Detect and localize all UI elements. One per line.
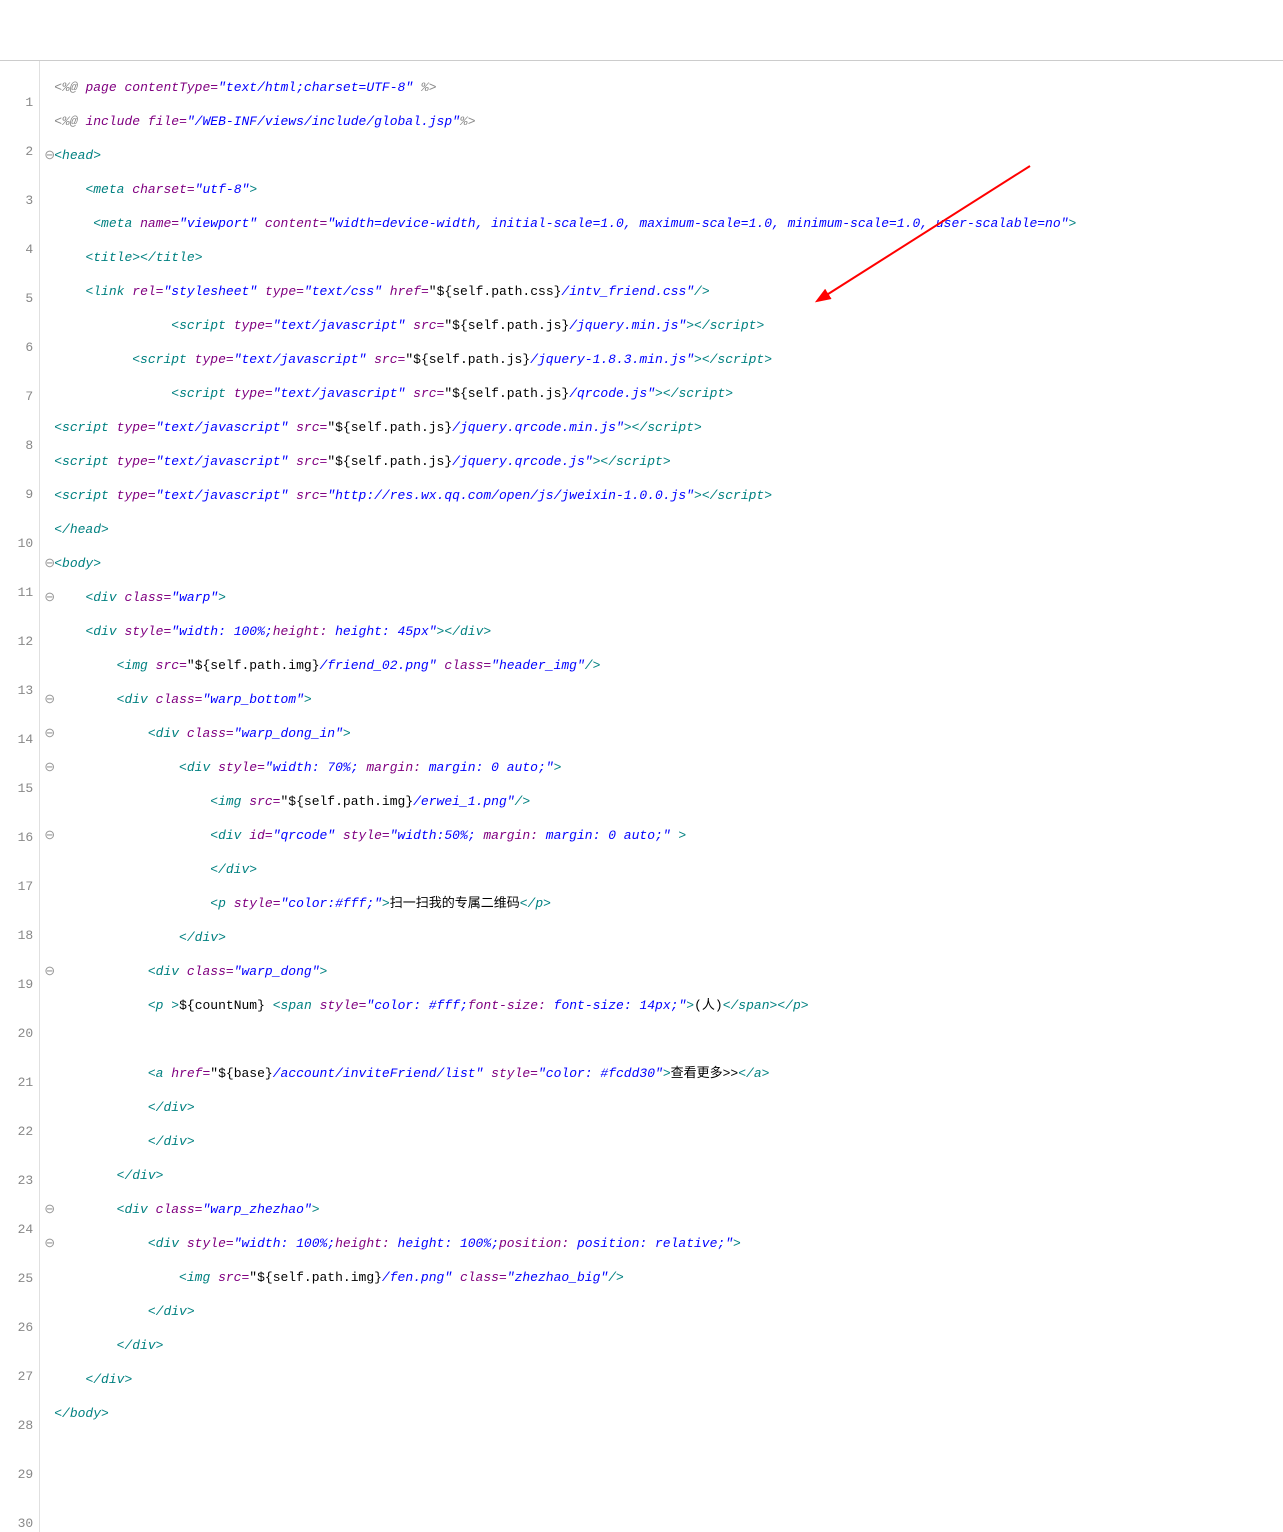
line-number: 4 [2,240,33,259]
line-number: 13 [2,681,33,700]
line-number: 23 [2,1171,33,1190]
code-line[interactable]: <img src="${self.path.img}/fen.png" clas… [44,1268,1283,1287]
fold-icon[interactable]: ⊖ [44,146,54,165]
line-number: 11 [2,583,33,602]
code-line[interactable]: <script type="text/javascript" src="${se… [44,316,1283,335]
code-line[interactable]: <title></title> [44,248,1283,267]
code-line[interactable]: ⊖ <div style="width: 100%;height: height… [44,1234,1283,1253]
code-line[interactable]: </body> [44,1404,1283,1423]
code-line[interactable]: </div> [44,1336,1283,1355]
code-line[interactable]: <p >${countNum} <span style="color: #fff… [44,996,1283,1015]
code-line[interactable]: <%@ page contentType="text/html;charset=… [44,78,1283,97]
line-number: 2 [2,142,33,161]
line-number: 15 [2,779,33,798]
fold-icon[interactable]: ⊖ [44,826,54,845]
code-line[interactable]: </div> [44,1302,1283,1321]
line-number: 16 [2,828,33,847]
line-number: 25 [2,1269,33,1288]
line-number: 7 [2,387,33,406]
code-line[interactable]: <meta name="viewport" content="width=dev… [44,214,1283,233]
code-line[interactable]: ⊖<body> [44,554,1283,573]
line-number: 9 [2,485,33,504]
line-number: 29 [2,1465,33,1484]
line-number: 20 [2,1024,33,1043]
fold-icon[interactable]: ⊖ [44,758,54,777]
line-number: 17 [2,877,33,896]
code-line[interactable]: ⊖ <div class="warp_zhezhao"> [44,1200,1283,1219]
code-line[interactable]: <div style="width: 100%;height: height: … [44,622,1283,641]
code-line[interactable]: <%@ include file="/WEB-INF/views/include… [44,112,1283,131]
code-line[interactable]: ⊖ <div class="warp_dong"> [44,962,1283,981]
line-number: 12 [2,632,33,651]
code-line[interactable]: <img src="${self.path.img}/friend_02.png… [44,656,1283,675]
fold-icon[interactable]: ⊖ [44,588,54,607]
code-line[interactable]: <link rel="stylesheet" type="text/css" h… [44,282,1283,301]
code-line[interactable]: <meta charset="utf-8"> [44,180,1283,199]
code-line[interactable]: <a href="${base}/account/inviteFriend/li… [44,1064,1283,1083]
line-number: 21 [2,1073,33,1092]
fold-icon[interactable]: ⊖ [44,1234,54,1253]
code-line[interactable]: ⊖<head> [44,146,1283,165]
fold-icon[interactable]: ⊖ [44,724,54,743]
code-line[interactable]: </div> [44,860,1283,879]
line-number: 6 [2,338,33,357]
code-line[interactable]: ⊖ <div class="warp"> [44,588,1283,607]
code-line[interactable]: ⊖ <div id="qrcode" style="width:50%; mar… [44,826,1283,845]
code-line[interactable]: <script type="text/javascript" src="${se… [44,384,1283,403]
code-line[interactable]: ⊖ <div class="warp_bottom"> [44,690,1283,709]
code-content[interactable]: <%@ page contentType="text/html;charset=… [40,61,1283,1532]
code-line[interactable]: </head> [44,520,1283,539]
code-line[interactable]: <script type="text/javascript" src="${se… [44,418,1283,437]
line-number: 26 [2,1318,33,1337]
line-number: 5 [2,289,33,308]
line-number: 1 [2,93,33,112]
line-number: 22 [2,1122,33,1141]
line-number: 14 [2,730,33,749]
code-line[interactable]: <img src="${self.path.img}/erwei_1.png"/… [44,792,1283,811]
fold-icon[interactable]: ⊖ [44,1200,54,1219]
code-line[interactable] [44,1030,1283,1049]
line-number: 30 [2,1514,33,1532]
line-number: 18 [2,926,33,945]
line-number: 3 [2,191,33,210]
line-number: 24 [2,1220,33,1239]
code-line[interactable]: ⊖ <div style="width: 70%; margin: margin… [44,758,1283,777]
code-line[interactable]: </div> [44,928,1283,947]
code-line[interactable]: </div> [44,1370,1283,1389]
code-editor[interactable]: 1 2 3 4 5 6 7 8 9 10 11 12 13 14 15 16 1… [0,60,1283,1532]
line-number: 27 [2,1367,33,1386]
code-line[interactable]: <script type="text/javascript" src="${se… [44,452,1283,471]
line-number: 28 [2,1416,33,1435]
fold-icon[interactable]: ⊖ [44,554,54,573]
code-line[interactable]: <script type="text/javascript" src="http… [44,486,1283,505]
line-number-gutter: 1 2 3 4 5 6 7 8 9 10 11 12 13 14 15 16 1… [0,61,40,1532]
code-line[interactable]: </div> [44,1132,1283,1151]
code-line[interactable]: </div> [44,1166,1283,1185]
code-line[interactable]: <script type="text/javascript" src="${se… [44,350,1283,369]
code-line[interactable]: ⊖ <div class="warp_dong_in"> [44,724,1283,743]
line-number: 10 [2,534,33,553]
line-number: 8 [2,436,33,455]
line-number: 19 [2,975,33,994]
code-line[interactable]: </div> [44,1098,1283,1117]
fold-icon[interactable]: ⊖ [44,962,54,981]
code-line[interactable]: <p style="color:#fff;">扫一扫我的专属二维码</p> [44,894,1283,913]
fold-icon[interactable]: ⊖ [44,690,54,709]
